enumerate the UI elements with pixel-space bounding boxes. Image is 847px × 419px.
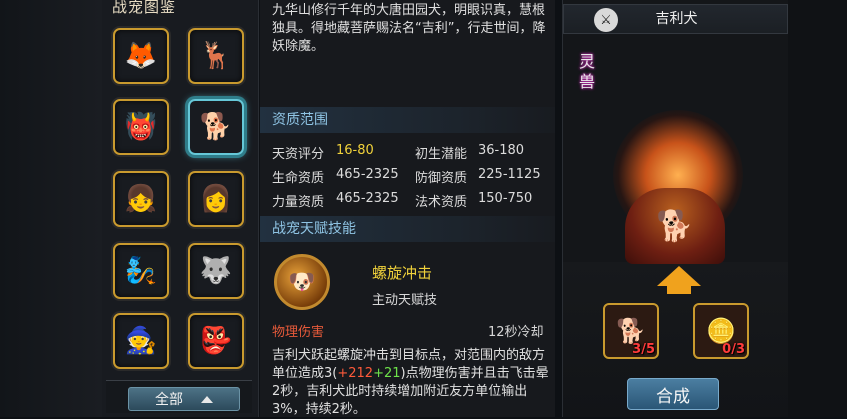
pet-slot-3[interactable]: 👹 (113, 99, 169, 155)
pet-model-figure[interactable]: 🐕 (625, 188, 725, 264)
right-edge-panel (788, 0, 847, 417)
arrow-up-icon (657, 266, 701, 286)
red-armor-girl-portrait-icon: 👩 (199, 184, 233, 214)
red-demon-portrait-icon: 👺 (199, 326, 233, 356)
skill-cooldown: 12秒冷却 (488, 325, 544, 340)
attack-type-icon: ⚔ (594, 8, 618, 32)
dog-shard-icon: 🐕 (616, 317, 646, 345)
compose-button[interactable]: 合成 (627, 378, 719, 410)
material-slot-gold-coin[interactable]: 🪙 0/3 (693, 303, 749, 359)
pet-slot-8[interactable]: 🐺 (188, 243, 244, 299)
pet-slot-9[interactable]: 🧙 (113, 313, 169, 369)
stat-label-defense-aptitude: 防御资质 (415, 171, 468, 186)
aptitude-section-header: 资质范围 (260, 107, 555, 133)
gallery-title: 战宠图鉴 (112, 0, 177, 16)
stat-value-strength-aptitude: 465-2325 (336, 191, 399, 206)
material-slot-dog-shard[interactable]: 🐕 3/5 (603, 303, 659, 359)
skill-bonus-green: +21 (373, 366, 401, 381)
pet-slot-4-selected[interactable]: 🐕 (188, 99, 244, 155)
red-warrior-portrait-icon: 🦊 (124, 41, 158, 71)
dog-warrior-portrait-icon: 🐕 (199, 112, 233, 142)
stat-value-defense-aptitude: 225-1125 (478, 167, 541, 182)
stat-value-magic-aptitude: 150-750 (478, 191, 533, 206)
pet-slot-2[interactable]: 🦌 (188, 28, 244, 84)
damage-type: 物理伤害 (272, 325, 325, 340)
rank-badge: 灵兽 (579, 52, 596, 91)
material-count: 3/5 (632, 342, 655, 357)
dog-head-icon: 🐶 (288, 269, 316, 295)
pet-slot-5[interactable]: 👧 (113, 171, 169, 227)
filter-bar: 全部 (106, 380, 252, 413)
pet-slot-7[interactable]: 🧞 (113, 243, 169, 299)
blue-spirit-portrait-icon: 🧞 (124, 256, 158, 286)
skill-description: 吉利犬跃起螺旋冲击到目标点，对范围内的敌方单位造成3(+212+21)点物理伤害… (272, 347, 552, 419)
talent-section-header: 战宠天赋技能 (260, 216, 555, 242)
skill-name: 螺旋冲击 (372, 264, 433, 282)
stat-label-magic-aptitude: 法术资质 (415, 195, 468, 210)
stat-label-life-aptitude: 生命资质 (272, 171, 325, 186)
stat-value-initial-potential: 36-180 (478, 143, 525, 158)
triangle-up-icon (201, 395, 213, 403)
pet-slot-6[interactable]: 👩 (188, 171, 244, 227)
pet-preview-panel: 吉利犬 ⚔ 灵兽 🐕 🐕 3/5 🪙 0/3 合成 (562, 0, 789, 417)
left-edge-panel (0, 0, 102, 417)
pet-info-panel: 九华山修行千年的大唐田园犬，明眼识真，慧根独具。得地藏菩萨赐法名“吉利”，行走世… (260, 0, 555, 417)
dog-figure-icon: 🐕 (656, 208, 694, 244)
arrow-up-stem (667, 284, 691, 294)
pet-slot-10[interactable]: 👺 (188, 313, 244, 369)
stat-label-initial-potential: 初生潜能 (415, 147, 468, 162)
filter-label: 全部 (155, 392, 183, 408)
spiral-strike-skill-icon[interactable]: 🐶 (274, 254, 330, 310)
filter-dropdown-button[interactable]: 全部 (128, 387, 240, 411)
white-hair-girl-portrait-icon: 👧 (124, 184, 158, 214)
pet-gallery-panel: 战宠图鉴 🦊 🦌 👹 🐕 👧 👩 🧞 🐺 🧙 👺 全部 (102, 0, 259, 417)
stat-value-life-aptitude: 465-2325 (336, 167, 399, 182)
purple-mage-portrait-icon: 🧙 (124, 326, 158, 356)
stat-label-strength-aptitude: 力量资质 (272, 195, 325, 210)
stat-label-talent-score: 天资评分 (272, 147, 325, 162)
armored-beast-portrait-icon: 🐺 (199, 256, 233, 286)
pet-description: 九华山修行千年的大唐田园犬，明眼识真，慧根独具。得地藏菩萨赐法名“吉利”，行走世… (272, 3, 546, 54)
white-deer-portrait-icon: 🦌 (199, 41, 233, 71)
material-count: 0/3 (722, 342, 745, 357)
pet-name-bar: 吉利犬 ⚔ (563, 4, 788, 34)
gold-coin-icon: 🪙 (706, 317, 736, 345)
pet-slot-1[interactable]: 🦊 (113, 28, 169, 84)
skill-type: 主动天赋技 (372, 293, 438, 308)
stat-value-talent-score: 16-80 (336, 143, 374, 158)
green-monster-portrait-icon: 👹 (124, 112, 158, 142)
skill-bonus-red: +212 (337, 366, 374, 381)
